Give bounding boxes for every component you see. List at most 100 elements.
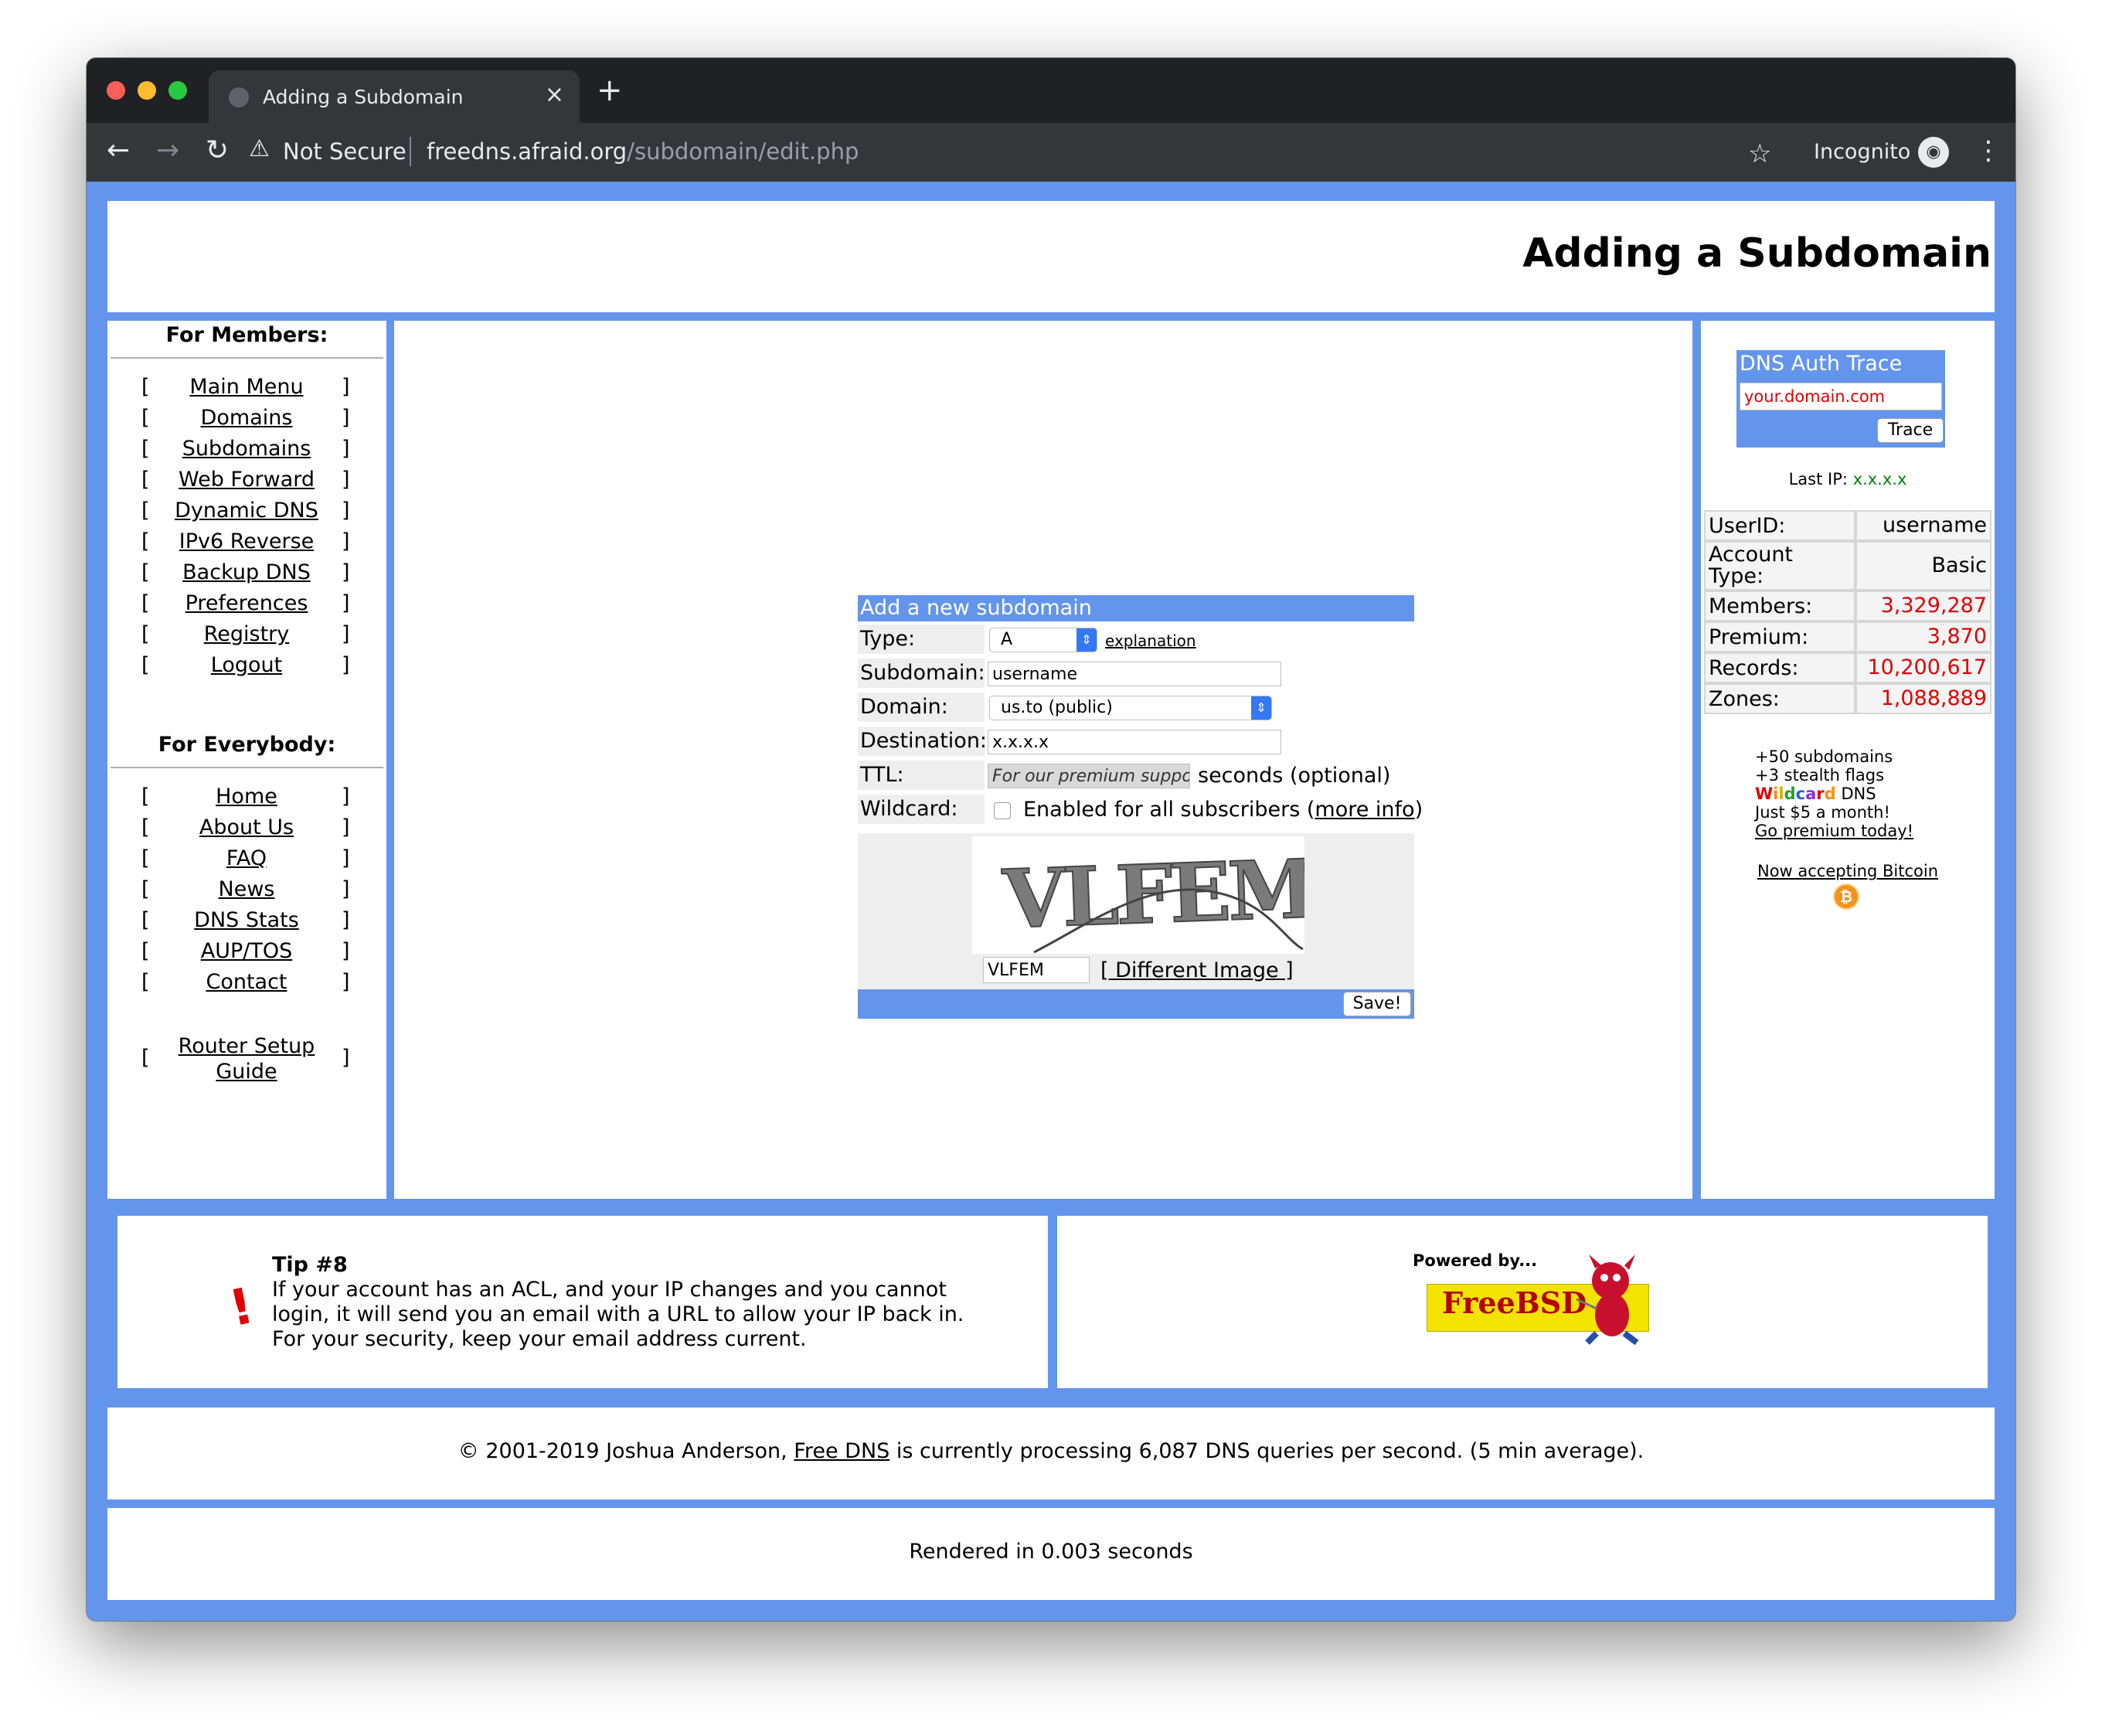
promo-wildcard-word: Wildcard [1755,785,1836,803]
right-column: DNS Auth Trace your.domain.com Trace Las… [1701,321,1995,1199]
ttl-suffix: seconds (optional) [1198,764,1391,788]
type-select[interactable]: A ⇕ [989,628,1097,652]
freebsd-panel: Powered by... FreeBSD [1057,1216,1988,1388]
wildcard-close: ) [1414,798,1423,822]
sidebar-item-registry[interactable]: [Registry] [107,622,386,653]
wildcard-checkbox[interactable] [994,802,1011,819]
footer-render-time: Rendered in 0.003 seconds [107,1508,1995,1600]
sidebar-item-about-us[interactable]: [About Us] [107,815,386,846]
back-arrow-icon[interactable]: ← [107,134,130,168]
last-ip-value: x.x.x.x [1852,470,1907,488]
subdomain-row: Subdomain: username [858,659,1414,689]
promo-wildcard-letter: l [1778,785,1784,803]
explanation-link[interactable]: explanation [1105,631,1196,650]
promo-wildcard-letter: W [1755,785,1774,803]
minimize-window-button[interactable] [138,81,156,100]
router-setup-link[interactable]: Router Setup Guide [107,1033,386,1084]
last-ip-label: Last IP: [1788,470,1848,488]
render-time: Rendered in 0.003 seconds [909,1540,1193,1564]
promo-price: Just $5 a month! [1755,803,1890,822]
tip-text: Tip #8 If your account has an ACL, and y… [272,1253,964,1352]
sidebar-item-domains[interactable]: [Domains] [107,406,386,437]
sidebar-item-backup-dns[interactable]: [Backup DNS] [107,560,386,591]
bracket-close: ] [342,622,350,646]
daemon-mascot-icon [1576,1254,1639,1346]
sidebar-item-subdomains[interactable]: [Subdomains] [107,437,386,468]
bracket-close: ] [342,437,350,461]
go-premium-link[interactable]: Go premium today! [1755,822,1913,840]
free-dns-link[interactable]: Free DNS [794,1439,889,1463]
sidebar-item-dynamic-dns[interactable]: [Dynamic DNS] [107,499,386,529]
dns-trace-title: DNS Auth Trace [1740,352,1903,376]
destination-input[interactable]: x.x.x.x [988,730,1281,754]
sidebar-item-ipv6-reverse[interactable]: [IPv6 Reverse] [107,529,386,560]
new-tab-icon[interactable]: + [597,75,623,106]
sidebar-item-contact[interactable]: [Contact] [107,970,386,1001]
bracket-close: ] [342,468,350,492]
captcha-image: VLFEM [972,836,1316,954]
forward-arrow-icon[interactable]: → [156,134,179,168]
bracket-close: ] [342,815,350,839]
bitcoin-link[interactable]: Now accepting Bitcoin [1701,862,1995,880]
bracket-close: ] [342,560,350,584]
stat-value: Basic [1855,541,1991,591]
sidebar-item-web-forward[interactable]: [Web Forward] [107,468,386,499]
stat-label: Records: [1704,652,1855,683]
captcha-input[interactable]: VLFEM [983,957,1090,983]
stat-label: UserID: [1704,510,1855,541]
security-label[interactable]: Not Secure [283,138,406,165]
sidebar-item-logout[interactable]: [Logout] [107,653,386,684]
domain-row: Domain: us.to (public) ⇕ [858,693,1414,723]
stat-label: Premium: [1704,621,1855,652]
promo-wildcard-letter: a [1805,785,1817,803]
different-image-link[interactable]: [ Different Image ] [1100,958,1294,982]
type-label: Type: [858,625,985,654]
sidebar-item-main-menu[interactable]: [Main Menu] [107,375,386,406]
sidebar-item-faq[interactable]: [FAQ] [107,846,386,877]
domain-select[interactable]: us.to (public) ⇕ [989,696,1272,720]
freebsd-logo[interactable]: Powered by... FreeBSD [1413,1251,1652,1346]
incognito-icon[interactable]: ◉ [1918,137,1949,168]
page-title: Adding a Subdomain [1522,230,1991,277]
trace-domain-input[interactable]: your.domain.com [1740,383,1942,410]
subdomain-input[interactable]: username [988,662,1281,686]
wildcard-label: Wildcard: [858,795,985,824]
tip-line: login, it will send you an email with a … [272,1302,964,1326]
footer-copyright: © 2001-2019 Joshua Anderson, Free DNS is… [107,1408,1995,1499]
reload-icon[interactable]: ↻ [206,134,229,168]
tip-title: Tip #8 [272,1253,348,1277]
captcha-area: VLFEM VLFEM [ Different Image ] [858,833,1414,989]
sidebar-item-dns-stats[interactable]: [DNS Stats] [107,908,386,939]
sidebar-item-aup-tos[interactable]: [AUP/TOS] [107,939,386,970]
promo-wildcard-letter: r [1816,785,1825,803]
stat-value: username [1855,510,1991,541]
wildcard-text: Enabled for all subscribers (more info) [1023,798,1423,822]
premium-promo: +50 subdomains +3 stealth flags Wildcard… [1755,747,1913,840]
trace-button[interactable]: Trace [1877,418,1944,443]
bracket-close: ] [342,939,350,963]
zoom-window-button[interactable] [168,81,187,100]
bracket-close: ] [342,529,350,553]
bracket-close: ] [342,970,350,994]
tip-panel: ! Tip #8 If your account has an ACL, and… [117,1216,1048,1388]
sidebar-item-preferences[interactable]: [Preferences] [107,591,386,622]
address-bar[interactable]: ⚠ Not Secure freedns.afraid.org/subdomai… [249,132,1686,172]
warning-icon: ⚠ [249,135,270,162]
sidebar-item-home[interactable]: [Home] [107,785,386,815]
more-info-link[interactable]: more info [1315,798,1414,822]
sidebar-item-news[interactable]: [News] [107,877,386,908]
browser-menu-icon[interactable]: ⋮ [1975,135,2002,166]
tip-line: For your security, keep your email addre… [272,1327,807,1351]
close-window-button[interactable] [107,81,125,100]
bracket-close: ] [342,653,350,677]
save-button[interactable]: Save! [1343,992,1411,1016]
url-text[interactable]: freedns.afraid.org/subdomain/edit.php [427,138,859,165]
ttl-input: For our premium suppor [988,764,1190,788]
destination-label: Destination: [858,727,987,756]
bookmark-star-icon[interactable]: ☆ [1748,138,1771,169]
close-tab-icon[interactable]: × [545,81,564,108]
globe-icon [229,87,249,107]
type-row: Type: A ⇕ explanation [858,625,1414,655]
browser-tab[interactable]: Adding a Subdomain × [209,70,580,123]
domain-label: Domain: [858,693,985,722]
